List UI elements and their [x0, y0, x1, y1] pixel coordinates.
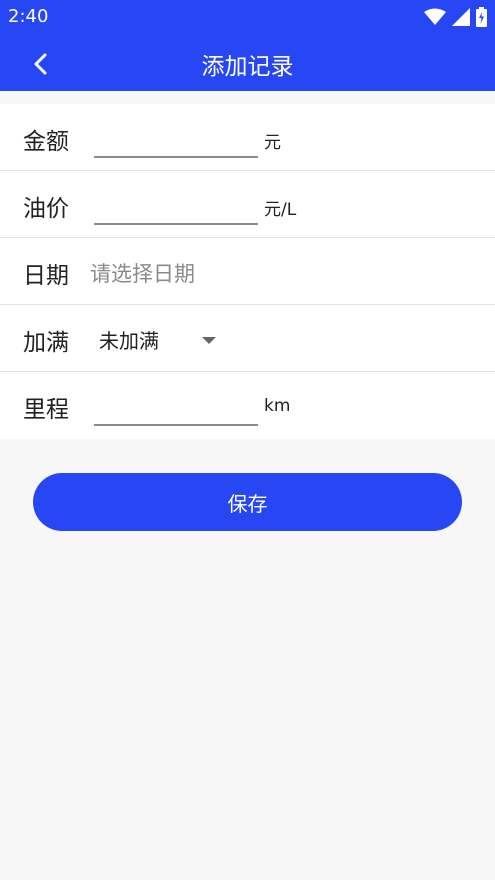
mileage-input[interactable] [94, 384, 258, 426]
price-input[interactable] [94, 183, 258, 225]
amount-unit: 元 [264, 133, 281, 153]
battery-icon [476, 7, 487, 27]
caret-down-icon [202, 337, 216, 344]
price-unit: 元/L [264, 200, 297, 220]
page-title: 添加记录 [201, 54, 294, 80]
amount-label: 金额 [23, 129, 69, 155]
full-row: 加满 未加满 [0, 305, 495, 372]
price-row: 油价 元/L [0, 171, 495, 238]
mileage-unit: km [264, 396, 291, 416]
mileage-label: 里程 [23, 397, 69, 423]
status-time: 2:40 [8, 6, 49, 27]
amount-input[interactable] [94, 116, 258, 158]
status-bar: 2:40 [0, 0, 495, 34]
status-icons [424, 7, 487, 27]
amount-row: 金额 元 [0, 104, 495, 171]
price-label: 油价 [23, 196, 69, 222]
save-button[interactable]: 保存 [33, 473, 462, 531]
mileage-row: 里程 km [0, 372, 495, 439]
signal-icon [452, 8, 470, 26]
record-form: 金额 元 油价 元/L 日期 请选择日期 加满 未加满 里程 km [0, 104, 495, 439]
full-dropdown[interactable]: 未加满 [90, 319, 230, 359]
app-bar: 添加记录 [0, 34, 495, 91]
wifi-icon [424, 8, 446, 25]
full-dropdown-value: 未加满 [99, 328, 159, 353]
full-label: 加满 [23, 330, 69, 356]
date-row[interactable]: 日期 请选择日期 [0, 238, 495, 305]
date-picker[interactable]: 请选择日期 [90, 258, 195, 288]
date-label: 日期 [23, 263, 69, 289]
